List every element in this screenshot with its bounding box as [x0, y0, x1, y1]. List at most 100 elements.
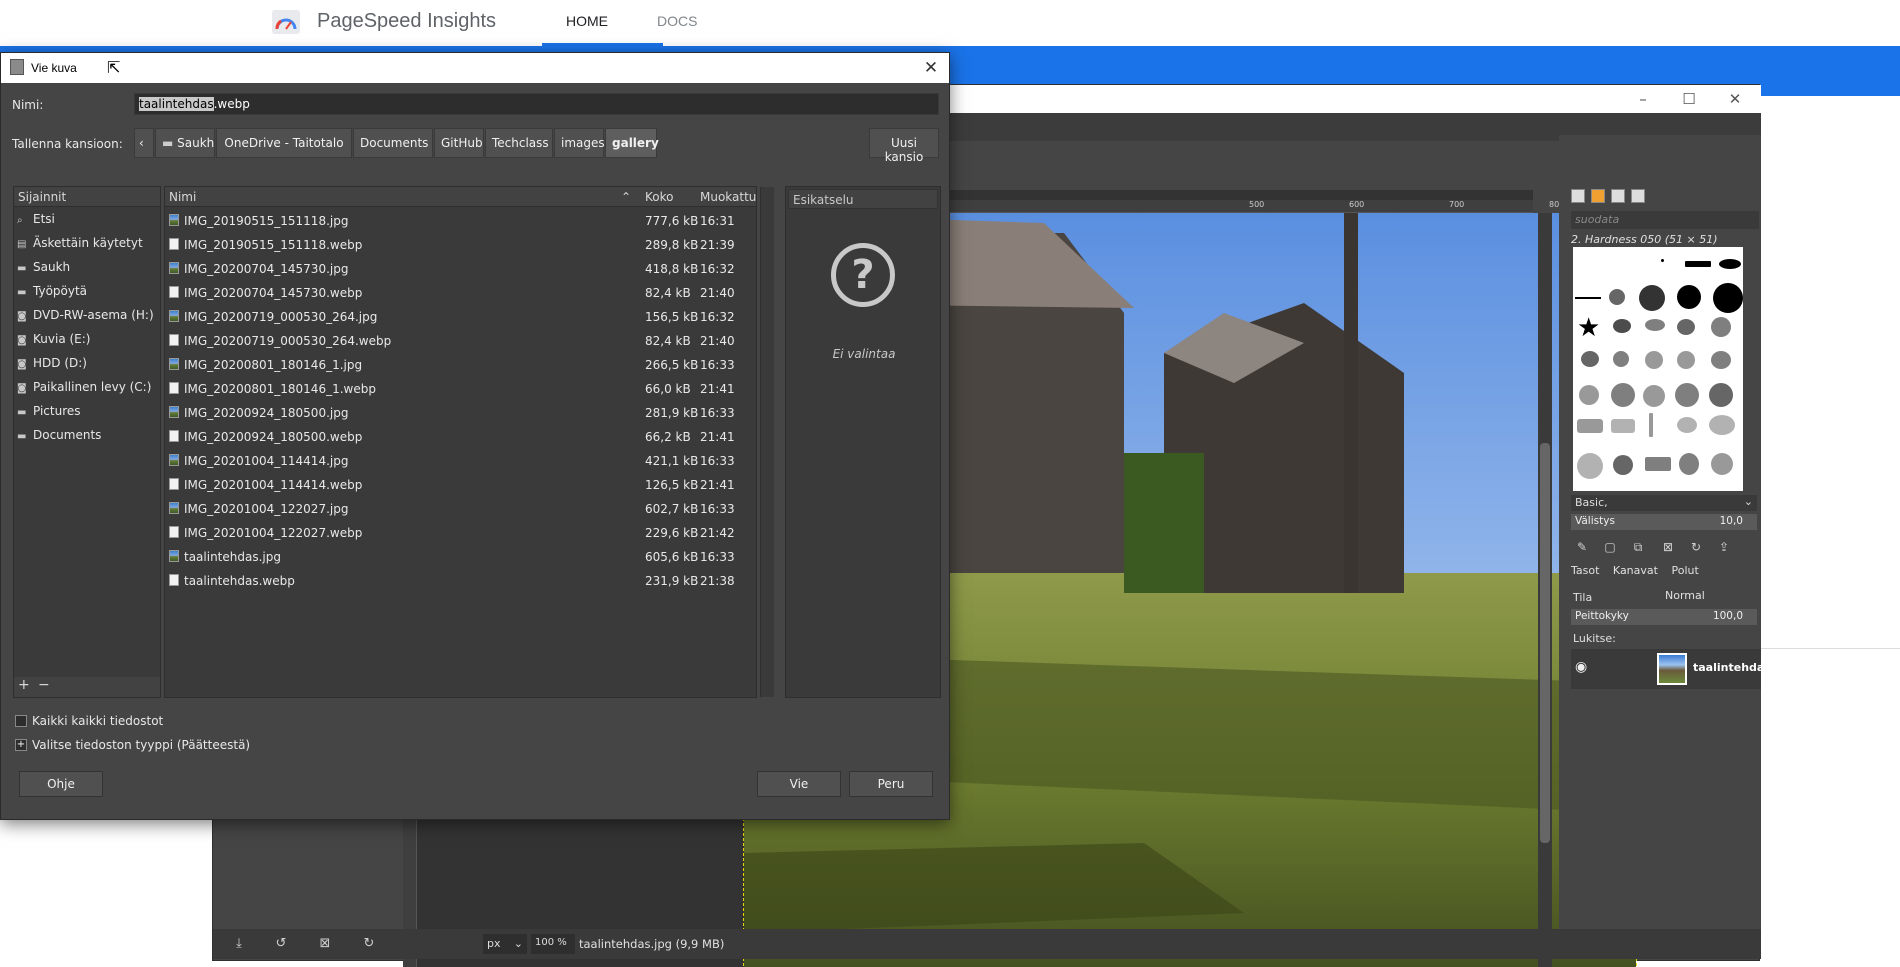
- brush-item[interactable]: [1719, 259, 1741, 269]
- new-folder-button[interactable]: Uusi kansio: [869, 128, 939, 164]
- brush-item[interactable]: [1645, 457, 1671, 471]
- place-search[interactable]: ⌕ Etsi: [14, 209, 160, 229]
- tab-channels[interactable]: Kanavat: [1613, 564, 1658, 577]
- cancel-button[interactable]: Peru: [849, 771, 933, 797]
- tab-layers[interactable]: Tasot: [1571, 564, 1599, 577]
- column-name[interactable]: Nimi: [169, 190, 196, 204]
- unit-select[interactable]: px ⌄: [483, 934, 527, 954]
- export-button[interactable]: Vie: [757, 771, 841, 797]
- expander-collapsed-icon[interactable]: [15, 715, 27, 727]
- brush-item[interactable]: [1577, 419, 1603, 433]
- file-row[interactable]: IMG_20201004_114414.webp 126,5 kB 21:41: [165, 475, 756, 495]
- canvas-vertical-scrollbar[interactable]: [1538, 213, 1552, 967]
- place-documents[interactable]: ▬ Documents: [14, 425, 160, 445]
- place-drive-e[interactable]: ◙ Kuvia (E:): [14, 329, 160, 349]
- breadcrumb-techclass[interactable]: Techclass: [485, 128, 553, 158]
- brush-item[interactable]: [1575, 297, 1601, 299]
- minimize-icon[interactable]: –: [1623, 88, 1663, 110]
- file-row[interactable]: IMG_20200801_180146_1.webp 66,0 kB 21:41: [165, 379, 756, 399]
- breadcrumb-saukh[interactable]: ▬ Saukh: [155, 128, 215, 158]
- filename-input[interactable]: taalintehdas.webp: [134, 93, 939, 115]
- file-row[interactable]: IMG_20200801_180146_1.jpg 266,5 kB 16:33: [165, 355, 756, 375]
- layer-item[interactable]: ◉ taalintehdas.jpg: [1571, 649, 1795, 689]
- file-row[interactable]: IMG_20200924_180500.webp 66,2 kB 21:41: [165, 427, 756, 447]
- spacing-slider[interactable]: Välistys 10,0: [1571, 514, 1757, 530]
- brush-item[interactable]: [1679, 453, 1699, 475]
- brush-item[interactable]: [1611, 419, 1635, 433]
- sort-ascending-icon[interactable]: ⌃: [621, 190, 631, 204]
- opacity-slider[interactable]: Peittokyky 100,0: [1571, 609, 1757, 625]
- place-desktop[interactable]: ▬ Työpöytä: [14, 281, 160, 301]
- brush-item[interactable]: [1645, 351, 1663, 369]
- place-drive-c[interactable]: ◙ Paikallinen levy (C:): [14, 377, 160, 397]
- brush-item[interactable]: [1711, 317, 1731, 337]
- brush-item[interactable]: [1611, 383, 1635, 407]
- edit-brush-icon[interactable]: ✎: [1573, 540, 1591, 556]
- file-row[interactable]: IMG_20200924_180500.jpg 281,9 kB 16:33: [165, 403, 756, 423]
- undo-icon[interactable]: ↺: [273, 936, 289, 952]
- document-tab-icon[interactable]: [1631, 189, 1645, 203]
- dialog-titlebar[interactable]: Vie kuva ⇱ ✕: [1, 53, 949, 83]
- brush-item[interactable]: [1645, 319, 1665, 331]
- duplicate-brush-icon[interactable]: ⧉: [1629, 540, 1647, 556]
- star-brush-icon[interactable]: ★: [1577, 313, 1600, 343]
- export-icon[interactable]: ⤓: [231, 936, 247, 952]
- brush-item[interactable]: [1613, 351, 1629, 367]
- add-place-icon[interactable]: +: [18, 677, 30, 693]
- brush-item[interactable]: [1609, 289, 1625, 305]
- nav-home[interactable]: HOME: [566, 13, 608, 29]
- brush-item[interactable]: [1709, 415, 1735, 435]
- refresh-brushes-icon[interactable]: ↻: [1687, 540, 1705, 556]
- brush-item[interactable]: [1677, 285, 1701, 309]
- brush-item[interactable]: [1685, 261, 1711, 267]
- file-row[interactable]: IMG_20200704_145730.webp 82,4 kB 21:40: [165, 283, 756, 303]
- brush-preset-select[interactable]: Basic, ⌄: [1571, 495, 1757, 511]
- breadcrumb-images[interactable]: images: [554, 128, 605, 158]
- file-row[interactable]: IMG_20200719_000530_264.webp 82,4 kB 21:40: [165, 331, 756, 351]
- file-row[interactable]: IMG_20201004_122027.webp 229,6 kB 21:42: [165, 523, 756, 543]
- brush-grid[interactable]: ★: [1573, 247, 1743, 491]
- brush-item[interactable]: [1713, 283, 1743, 313]
- close-icon[interactable]: ✕: [919, 57, 943, 79]
- brush-filter-input[interactable]: suodata: [1571, 211, 1759, 229]
- brush-item[interactable]: [1581, 351, 1599, 367]
- place-dvd-drive[interactable]: ◙ DVD-RW-asema (H:): [14, 305, 160, 325]
- brush-item[interactable]: [1649, 413, 1653, 437]
- patterns-tab-icon[interactable]: [1591, 189, 1605, 203]
- new-brush-icon[interactable]: ▢: [1601, 540, 1619, 556]
- brush-item[interactable]: [1577, 453, 1603, 479]
- breadcrumb-documents[interactable]: Documents: [353, 128, 433, 158]
- brush-item[interactable]: [1709, 383, 1733, 407]
- fonts-tab-icon[interactable]: [1611, 189, 1625, 203]
- brush-item[interactable]: [1711, 453, 1733, 475]
- help-button[interactable]: Ohje: [19, 771, 103, 797]
- remove-place-icon[interactable]: −: [38, 677, 50, 693]
- breadcrumb-onedrive[interactable]: OneDrive - Taitotalo: [216, 128, 352, 158]
- brush-item[interactable]: [1711, 351, 1731, 369]
- brush-item[interactable]: [1613, 455, 1633, 475]
- place-recent[interactable]: ▤ Äskettäin käytetyt: [14, 233, 160, 253]
- layer-mode-select[interactable]: Normal: [1663, 587, 1723, 605]
- brush-item[interactable]: [1613, 319, 1631, 333]
- scrollbar-thumb[interactable]: [1540, 443, 1550, 843]
- breadcrumb-back-button[interactable]: ‹: [134, 128, 154, 158]
- open-brush-icon[interactable]: ⇪: [1715, 540, 1733, 556]
- file-list-scrollbar[interactable]: [760, 187, 774, 697]
- tab-paths[interactable]: Polut: [1671, 564, 1698, 577]
- zoom-select[interactable]: 100 %: [531, 934, 575, 954]
- brushes-tab-icon[interactable]: [1571, 189, 1585, 203]
- brush-item[interactable]: [1677, 351, 1695, 369]
- brush-item[interactable]: [1661, 259, 1664, 262]
- column-size[interactable]: Koko: [645, 190, 673, 204]
- file-row[interactable]: IMG_20201004_114414.jpg 421,1 kB 16:33: [165, 451, 756, 471]
- brush-item[interactable]: [1675, 383, 1699, 407]
- brush-item[interactable]: [1643, 385, 1665, 407]
- place-drive-d[interactable]: ◙ HDD (D:): [14, 353, 160, 373]
- nav-docs[interactable]: DOCS: [657, 13, 697, 29]
- brush-item[interactable]: [1579, 385, 1599, 405]
- brush-item[interactable]: [1677, 417, 1697, 433]
- breadcrumb-github[interactable]: GitHub: [434, 128, 484, 158]
- file-row[interactable]: taalintehdas.webp 231,9 kB 21:38: [165, 571, 756, 591]
- file-row[interactable]: IMG_20201004_122027.jpg 602,7 kB 16:33: [165, 499, 756, 519]
- visibility-eye-icon[interactable]: ◉: [1575, 659, 1587, 675]
